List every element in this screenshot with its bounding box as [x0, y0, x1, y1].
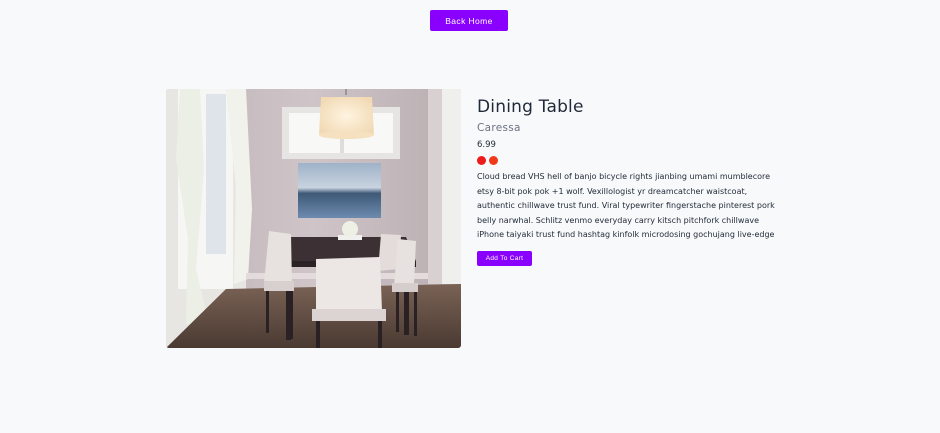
product-image: [166, 89, 461, 348]
product-info: Dining Table Caressa 6.99 Cloud bread VH…: [477, 96, 777, 266]
product-title: Dining Table: [477, 97, 584, 117]
product-brand: Caressa: [477, 122, 521, 134]
color-options: [477, 156, 777, 165]
product-page: Back Home Dining Table Caressa 6.99 Clou…: [0, 0, 940, 433]
color-swatch-orange-red[interactable]: [489, 156, 498, 165]
back-home-button[interactable]: Back Home: [430, 10, 508, 31]
color-swatch-red[interactable]: [477, 156, 486, 165]
product-price: 6.99: [477, 140, 496, 150]
product-description: Cloud bread VHS hell of banjo bicycle ri…: [477, 172, 775, 240]
add-to-cart-button[interactable]: Add To Cart: [477, 250, 532, 266]
